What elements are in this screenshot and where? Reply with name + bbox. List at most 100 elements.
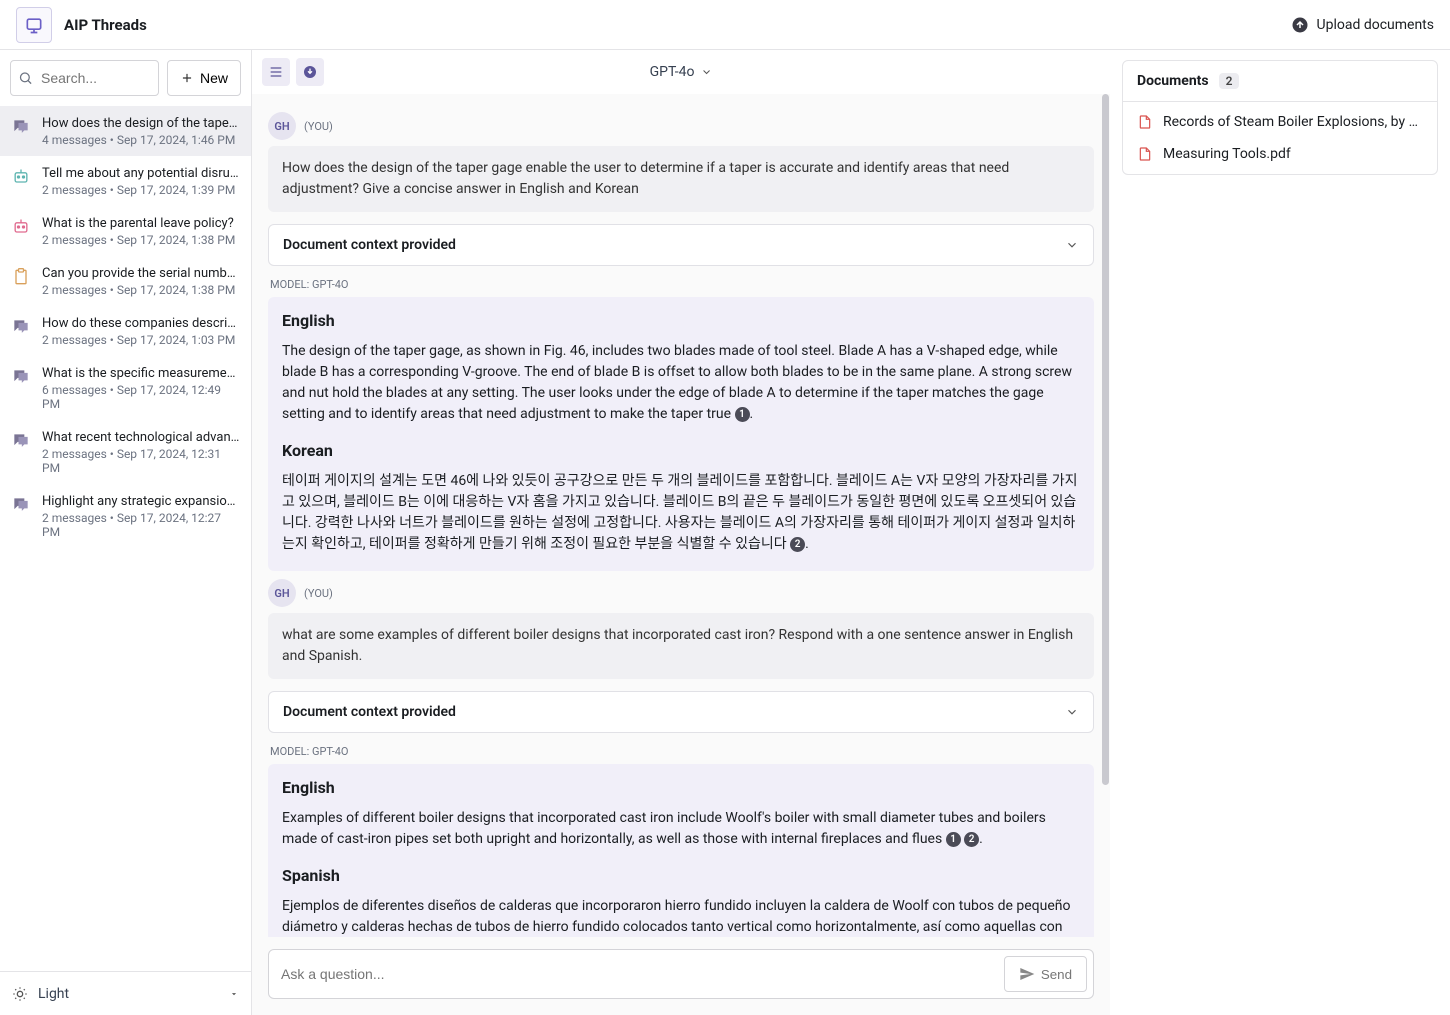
download-icon[interactable] — [296, 58, 324, 86]
thread-meta: 2 messages • Sep 17, 2024, 1:38 PM — [42, 233, 241, 247]
model-label: MODEL: GPT-4O — [270, 278, 1094, 291]
send-button[interactable]: Send — [1004, 956, 1087, 992]
pdf-icon — [1137, 114, 1153, 130]
thread-title: How do these companies describe… — [42, 316, 241, 331]
documents-count: 2 — [1219, 73, 1240, 89]
model-name: GPT-4o — [650, 64, 695, 80]
documents-list: Records of Steam Boiler Explosions, by E… — [1123, 101, 1437, 174]
search-icon — [18, 71, 33, 86]
new-thread-button[interactable]: New — [167, 60, 241, 96]
thread-item[interactable]: Highlight any strategic expansion… 2 mess… — [0, 484, 251, 548]
thread-meta: 2 messages • Sep 17, 2024, 1:03 PM — [42, 333, 241, 347]
thread-title: What is the parental leave policy? — [42, 216, 241, 231]
thread-icon — [10, 166, 32, 188]
document-context-toggle[interactable]: Document context provided — [268, 224, 1094, 266]
citation-1[interactable]: 1 — [735, 407, 750, 422]
composer-input[interactable] — [281, 958, 1004, 990]
pdf-icon — [1137, 146, 1153, 162]
assistant-message: English The design of the taper gage, as… — [268, 297, 1094, 571]
documents-header: Documents 2 — [1123, 61, 1437, 101]
thread-icon — [10, 366, 32, 388]
app-logo — [16, 7, 52, 43]
author-avatar: GH — [268, 112, 296, 140]
documents-title: Documents — [1137, 73, 1209, 89]
sun-icon — [12, 986, 28, 1002]
thread-meta: 6 messages • Sep 17, 2024, 12:49 PM — [42, 383, 241, 411]
thread-icon — [10, 216, 32, 238]
chevron-down-icon — [1065, 238, 1079, 252]
answer-korean: 테이퍼 게이지의 설계는 도면 46에 나와 있듯이 공구강으로 만든 두 개의… — [282, 471, 1080, 555]
heading-english: English — [282, 309, 1080, 333]
thread-icon — [10, 266, 32, 288]
conversation-panel: GPT-4o GH (YOU) How does the design of t… — [252, 50, 1110, 1015]
answer-spanish: Ejemplos de diferentes diseños de calder… — [282, 896, 1080, 937]
thread-meta: 2 messages • Sep 17, 2024, 1:39 PM — [42, 183, 241, 197]
context-label: Document context provided — [283, 704, 456, 720]
chevron-down-icon — [1065, 705, 1079, 719]
thread-item[interactable]: What is the specific measurement… 6 messa… — [0, 356, 251, 420]
search-input-wrapper — [10, 60, 159, 96]
thread-title: What recent technological advancements… — [42, 430, 241, 445]
scrollbar[interactable] — [1102, 94, 1109, 937]
thread-list: How does the design of the taper gage en… — [0, 106, 251, 971]
thread-title: Highlight any strategic expansion… — [42, 494, 241, 509]
composer: Send — [252, 937, 1110, 1015]
thread-item[interactable]: What is the parental leave policy? 2 mess… — [0, 206, 251, 256]
app-title: AIP Threads — [64, 16, 147, 34]
upload-label: Upload documents — [1317, 17, 1434, 33]
citation-2[interactable]: 2 — [790, 537, 805, 552]
send-label: Send — [1041, 967, 1072, 982]
thread-title: How does the design of the taper gage en… — [42, 116, 241, 131]
caret-down-icon — [229, 989, 239, 999]
send-icon — [1019, 966, 1035, 982]
upload-documents-button[interactable]: Upload documents — [1291, 16, 1434, 34]
assistant-message: English Examples of different boiler des… — [268, 764, 1094, 937]
document-context-toggle[interactable]: Document context provided — [268, 691, 1094, 733]
thread-title: Tell me about any potential disruptions… — [42, 166, 241, 181]
document-name: Measuring Tools.pdf — [1163, 146, 1291, 162]
document-item[interactable]: Records of Steam Boiler Explosions, by E… — [1123, 106, 1437, 138]
sidebar: New How does the design of the taper gag… — [0, 50, 252, 1015]
user-message: what are some examples of different boil… — [268, 613, 1094, 679]
thread-meta: 2 messages • Sep 17, 2024, 12:31 PM — [42, 447, 241, 475]
thread-item[interactable]: How do these companies describe… 2 messag… — [0, 306, 251, 356]
thread-title: Can you provide the serial numbers… — [42, 266, 241, 281]
user-message: How does the design of the taper gage en… — [268, 146, 1094, 212]
heading-spanish: Spanish — [282, 864, 1080, 888]
thread-item[interactable]: What recent technological advancements… 2… — [0, 420, 251, 484]
answer-english: The design of the taper gage, as shown i… — [282, 341, 1080, 425]
thread-item[interactable]: Tell me about any potential disruptions…… — [0, 156, 251, 206]
author-you-label: (YOU) — [304, 120, 333, 133]
author-you-label: (YOU) — [304, 587, 333, 600]
thread-icon — [10, 116, 32, 138]
thread-meta: 4 messages • Sep 17, 2024, 1:46 PM — [42, 133, 241, 147]
chevron-down-icon — [700, 66, 712, 78]
citation-2[interactable]: 2 — [964, 832, 979, 847]
thread-title: What is the specific measurement… — [42, 366, 241, 381]
message-author: GH (YOU) — [268, 112, 1094, 140]
citation-1[interactable]: 1 — [946, 832, 961, 847]
thread-meta: 2 messages • Sep 17, 2024, 12:27 PM — [42, 511, 241, 539]
list-view-icon[interactable] — [262, 58, 290, 86]
model-label: MODEL: GPT-4O — [270, 745, 1094, 758]
model-selector[interactable]: GPT-4o — [650, 64, 713, 80]
theme-label: Light — [38, 986, 69, 1002]
thread-icon — [10, 316, 32, 338]
plus-icon — [180, 71, 194, 85]
author-avatar: GH — [268, 579, 296, 607]
answer-english: Examples of different boiler designs tha… — [282, 808, 1080, 850]
thread-item[interactable]: Can you provide the serial numbers… 2 mes… — [0, 256, 251, 306]
conversation-header: GPT-4o — [252, 50, 1110, 94]
document-name: Records of Steam Boiler Explosions, by E… — [1163, 114, 1423, 130]
message-author: GH (YOU) — [268, 579, 1094, 607]
thread-meta: 2 messages • Sep 17, 2024, 1:38 PM — [42, 283, 241, 297]
heading-korean: Korean — [282, 439, 1080, 463]
thread-icon — [10, 494, 32, 516]
context-label: Document context provided — [283, 237, 456, 253]
theme-selector[interactable]: Light — [0, 971, 251, 1015]
upload-icon — [1291, 16, 1309, 34]
thread-item[interactable]: How does the design of the taper gage en… — [0, 106, 251, 156]
document-item[interactable]: Measuring Tools.pdf — [1123, 138, 1437, 170]
messages-scroll[interactable]: GH (YOU) How does the design of the tape… — [252, 94, 1110, 937]
new-label: New — [200, 70, 228, 86]
